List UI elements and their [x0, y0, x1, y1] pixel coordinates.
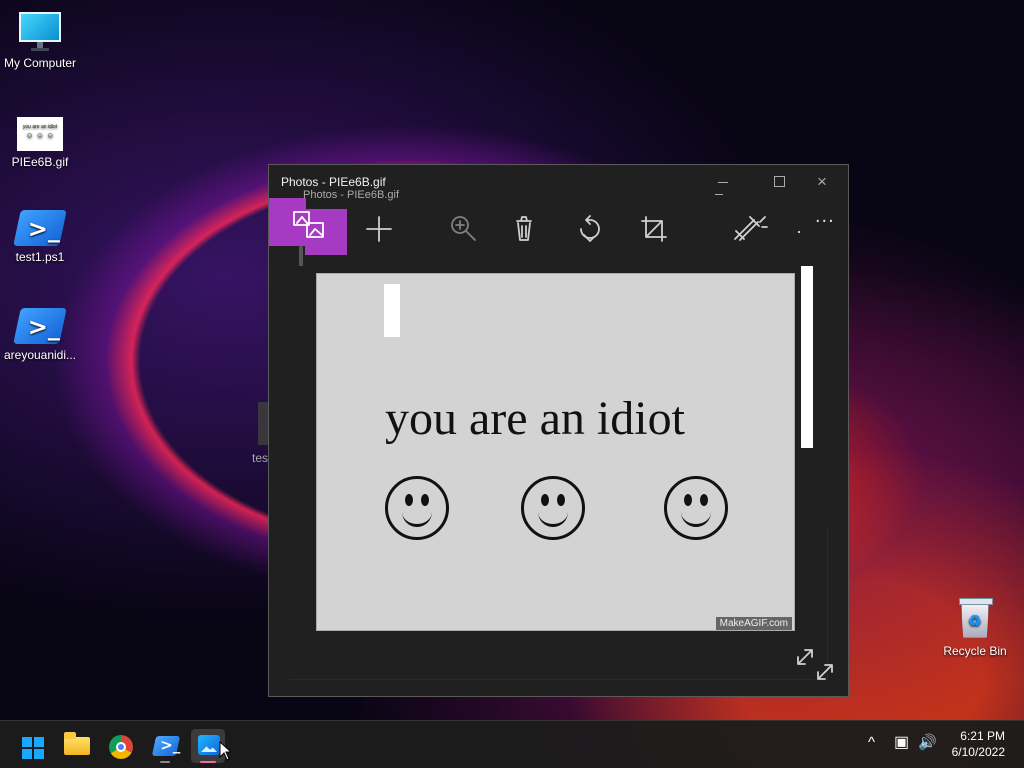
smiley-face-icon: [385, 476, 449, 540]
delete-button[interactable]: [504, 209, 544, 249]
taskbar-chrome[interactable]: [103, 729, 137, 763]
desktop-icon-my-computer[interactable]: My Computer: [0, 12, 80, 70]
delete-icon: [516, 216, 532, 241]
rotate-button[interactable]: [569, 209, 609, 249]
taskbar-file-explorer[interactable]: [60, 729, 94, 763]
taskbar-start-button[interactable]: [14, 729, 48, 763]
desktop-icon-label: test1.ps1: [15, 250, 65, 264]
monitor-icon: [19, 12, 61, 52]
desktop-icon-test-script[interactable]: >_ test1.ps1: [0, 210, 80, 264]
clock-date[interactable]: 6/10/2022: [952, 745, 1005, 759]
desktop-icon-areyouanidiot-script[interactable]: >_ areyouanidi...: [0, 308, 80, 362]
image-caption: you are an idiot: [385, 392, 685, 445]
taskbar-powershell[interactable]: >_: [148, 729, 182, 763]
powershell-icon: >_: [151, 736, 180, 756]
powershell-script-icon: >_: [13, 308, 67, 344]
active-indicator: [200, 761, 216, 763]
add-icon: [366, 216, 392, 242]
close-icon: ×: [817, 172, 827, 191]
minimize-button[interactable]: [703, 171, 741, 195]
photos-icon: [198, 735, 220, 755]
gif-thumbnail-faces: ☺ ☺ ☺: [25, 131, 55, 140]
windows-icon: [22, 737, 44, 759]
gif-file-icon: you are an idiot ☺ ☺ ☺: [17, 117, 63, 151]
recycle-bin-icon: ♻: [957, 598, 993, 640]
crop-icon: [641, 216, 667, 242]
maximize-icon: [774, 176, 785, 187]
powershell-script-icon: >_: [13, 210, 67, 246]
more-icon[interactable]: ...: [815, 206, 835, 226]
folder-icon: [64, 732, 90, 755]
zoom-button[interactable]: [444, 209, 484, 249]
crop-button[interactable]: [634, 209, 674, 249]
expand-icon[interactable]: [813, 660, 837, 684]
running-indicator: [160, 761, 170, 763]
tray-overflow-icon[interactable]: ^: [868, 733, 875, 753]
image-highlight: [384, 284, 400, 337]
clock-time[interactable]: 6:21 PM: [960, 729, 1005, 743]
ghost-desktop-label: tes: [252, 451, 269, 465]
desktop-icon-label: areyouanidi...: [3, 348, 77, 362]
image-watermark: MakeAGIF.com: [715, 617, 792, 630]
image-gallery-button[interactable]: [269, 198, 347, 266]
network-icon[interactable]: ▣: [894, 733, 909, 753]
photos-window[interactable]: Photos - PIEe6B.gif Photos - PIEe6B.gif …: [268, 164, 849, 697]
gif-thumbnail-text: you are an idiot: [22, 124, 58, 130]
scrollbar-track[interactable]: [827, 528, 828, 680]
scrollbar[interactable]: [801, 266, 813, 448]
minimize-icon: [718, 182, 728, 183]
gif-image[interactable]: you are an idiot MakeAGIF.com: [316, 273, 795, 631]
chrome-icon: [109, 735, 133, 759]
smiley-face-icon: [521, 476, 585, 540]
bottom-divider: [289, 679, 814, 680]
edit-button[interactable]: [726, 209, 768, 249]
desktop-icon-gif-file[interactable]: you are an idiot ☺ ☺ ☺ PIEe6B.gif: [0, 117, 80, 169]
desktop-icon-label: PIEe6B.gif: [11, 155, 69, 169]
rotate-icon: [580, 215, 600, 242]
desktop-icon-label: Recycle Bin: [943, 644, 1007, 658]
window-title: Photos - PIEe6B.gif: [281, 175, 386, 189]
mouse-cursor-icon: [219, 741, 231, 761]
desktop-icon-recycle-bin[interactable]: ♻ Recycle Bin: [935, 598, 1015, 658]
toolbar-separator-dot: [798, 231, 800, 233]
minimize-icon: [715, 194, 723, 195]
zoom-icon: [451, 216, 476, 241]
add-button[interactable]: [359, 209, 399, 249]
desktop-icon-label: My Computer: [3, 56, 77, 70]
image-gallery-icon: [293, 211, 324, 238]
smiley-face-icon: [664, 476, 728, 540]
volume-icon[interactable]: 🔊: [918, 733, 937, 753]
edit-icon: [734, 216, 768, 241]
